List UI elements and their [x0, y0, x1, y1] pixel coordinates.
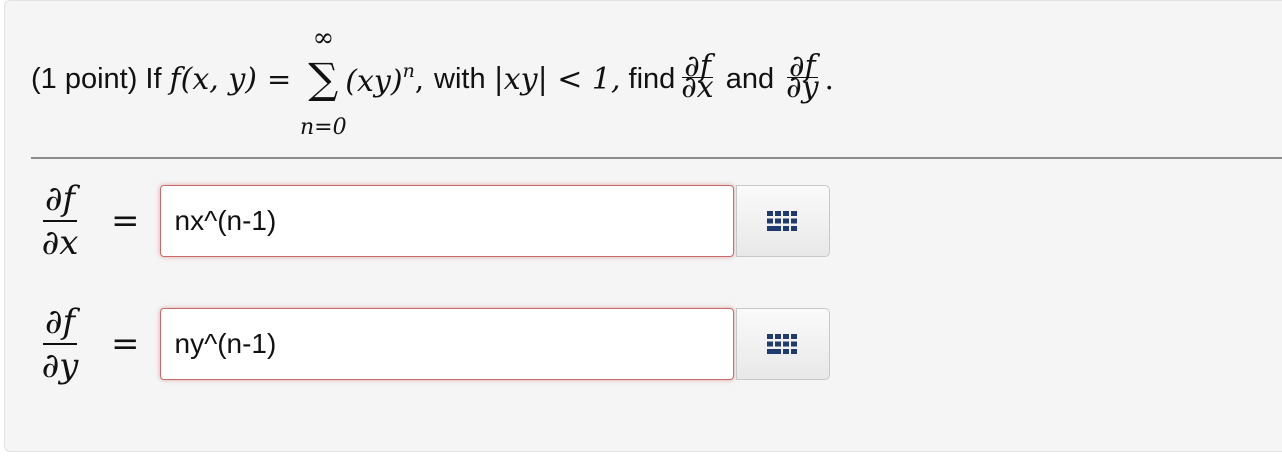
equals-sign: = [266, 62, 292, 96]
comma: , [414, 62, 425, 96]
sigma-symbol: ∑ [308, 54, 339, 103]
term-base: (xy) [345, 63, 403, 99]
label-denominator: ∂y [41, 346, 79, 386]
sum-upper-limit: ∞ [312, 23, 335, 53]
partial-x-fraction: ∂f ∂x [679, 51, 715, 105]
answer-input-dfdx[interactable] [159, 185, 734, 257]
sum-lower-limit: n=0 [299, 115, 347, 140]
answer-row-dx: ∂f ∂x = [31, 180, 830, 262]
convergence-condition: |xy| < 1, [493, 61, 621, 97]
label-numerator: ∂f [42, 303, 78, 345]
sum-term: (xy)n [345, 60, 415, 99]
problem-statement: (1 point) If f(x, y) = ∞ ∑ n=0 (xy)n , w… [31, 23, 834, 140]
divider [31, 157, 1282, 159]
partial-y-fraction: ∂f ∂y [784, 51, 820, 105]
answer-equals: = [111, 201, 140, 241]
equation-editor-grid-icon [766, 211, 797, 231]
equation-editor-button[interactable] [735, 185, 830, 257]
answer-label-dfdy: ∂f ∂y [31, 303, 89, 385]
find-text: find [628, 62, 676, 95]
fraction-denominator: ∂y [786, 69, 819, 105]
and-text: and [725, 62, 775, 95]
period: . [824, 62, 834, 96]
function-lhs: f(x, y) [169, 61, 257, 97]
with-text: with [434, 62, 486, 95]
answer-label-dfdx: ∂f ∂x [31, 180, 89, 262]
label-denominator: ∂x [41, 223, 79, 263]
if-text: If [145, 62, 162, 95]
problem-panel: (1 point) If f(x, y) = ∞ ∑ n=0 (xy)n , w… [4, 0, 1282, 452]
points-label: (1 point) [31, 62, 138, 95]
answer-input-dfdy[interactable] [159, 308, 734, 380]
equation-editor-grid-icon [766, 334, 797, 354]
answer-equals: = [111, 324, 140, 364]
fraction-denominator: ∂x [681, 69, 714, 105]
equation-editor-button[interactable] [735, 308, 830, 380]
summation: ∞ ∑ n=0 [300, 23, 347, 140]
answer-row-dy: ∂f ∂y = [31, 303, 830, 385]
label-numerator: ∂f [42, 180, 78, 222]
term-exponent: n [402, 59, 415, 82]
